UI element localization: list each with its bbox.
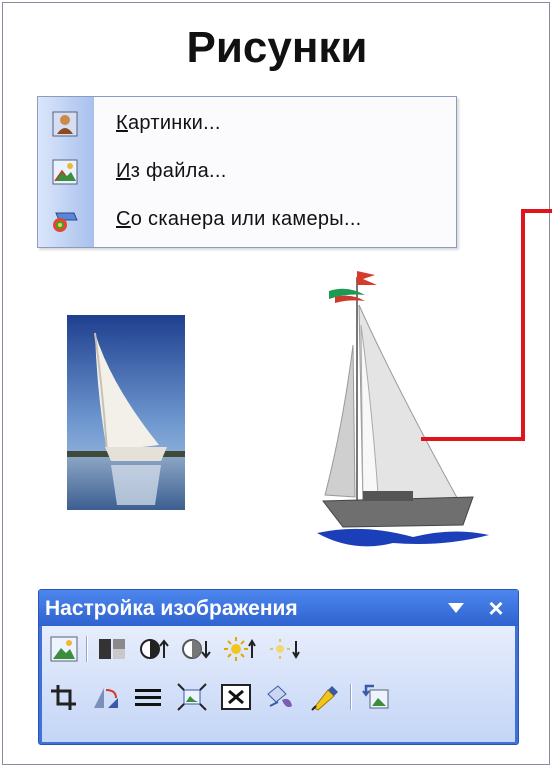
menu-item-from-file[interactable]: Из файла... xyxy=(38,149,456,195)
toolbar-separator xyxy=(86,636,88,662)
less-brightness-icon[interactable] xyxy=(268,634,300,664)
rotate-left-icon[interactable] xyxy=(90,682,122,712)
less-contrast-icon[interactable] xyxy=(180,634,212,664)
toolbar-row-2 xyxy=(42,674,515,720)
reset-picture-icon[interactable] xyxy=(360,682,392,712)
toolbar-body xyxy=(42,626,515,742)
from-file-icon xyxy=(52,159,78,185)
menu-item-label: Со сканера или камеры... xyxy=(116,208,362,230)
slide-frame: Рисунки Картинки... Из файла... Со скане… xyxy=(2,2,552,765)
insert-picture-menu: Картинки... Из файла... Со сканера или к… xyxy=(37,96,457,248)
sailboat-photo[interactable] xyxy=(67,315,185,510)
toolbar-row-1 xyxy=(42,626,515,672)
toolbar-separator xyxy=(350,684,352,710)
menu-item-label: Картинки... xyxy=(116,112,221,134)
crop-icon[interactable] xyxy=(48,682,80,712)
compress-pictures-icon[interactable] xyxy=(176,682,208,712)
line-style-icon[interactable] xyxy=(132,682,164,712)
menu-item-label: Из файла... xyxy=(116,160,227,182)
scanner-camera-icon xyxy=(53,212,78,232)
more-brightness-icon[interactable] xyxy=(224,634,256,664)
toolbar-options-icon[interactable] xyxy=(445,598,467,618)
yacht-clipart[interactable] xyxy=(303,265,493,560)
menu-item-from-scanner[interactable]: Со сканера или камеры... xyxy=(38,197,456,243)
clip-art-icon xyxy=(52,111,78,137)
menu-item-clip-art[interactable]: Картинки... xyxy=(38,101,456,147)
picture-toolbar: Настройка изображения × xyxy=(38,589,519,745)
text-wrapping-icon[interactable] xyxy=(220,682,252,712)
toolbar-title: Настройка изображения xyxy=(45,597,298,620)
toolbar-close-button[interactable]: × xyxy=(483,594,509,622)
toolbar-title-bar[interactable]: Настройка изображения × xyxy=(39,590,518,626)
slide-title: Рисунки xyxy=(186,23,368,72)
more-contrast-icon[interactable] xyxy=(138,634,170,664)
insert-picture-icon[interactable] xyxy=(48,634,80,664)
format-picture-icon[interactable] xyxy=(264,682,296,712)
set-transparent-color-icon[interactable] xyxy=(308,682,340,712)
color-icon[interactable] xyxy=(96,634,128,664)
